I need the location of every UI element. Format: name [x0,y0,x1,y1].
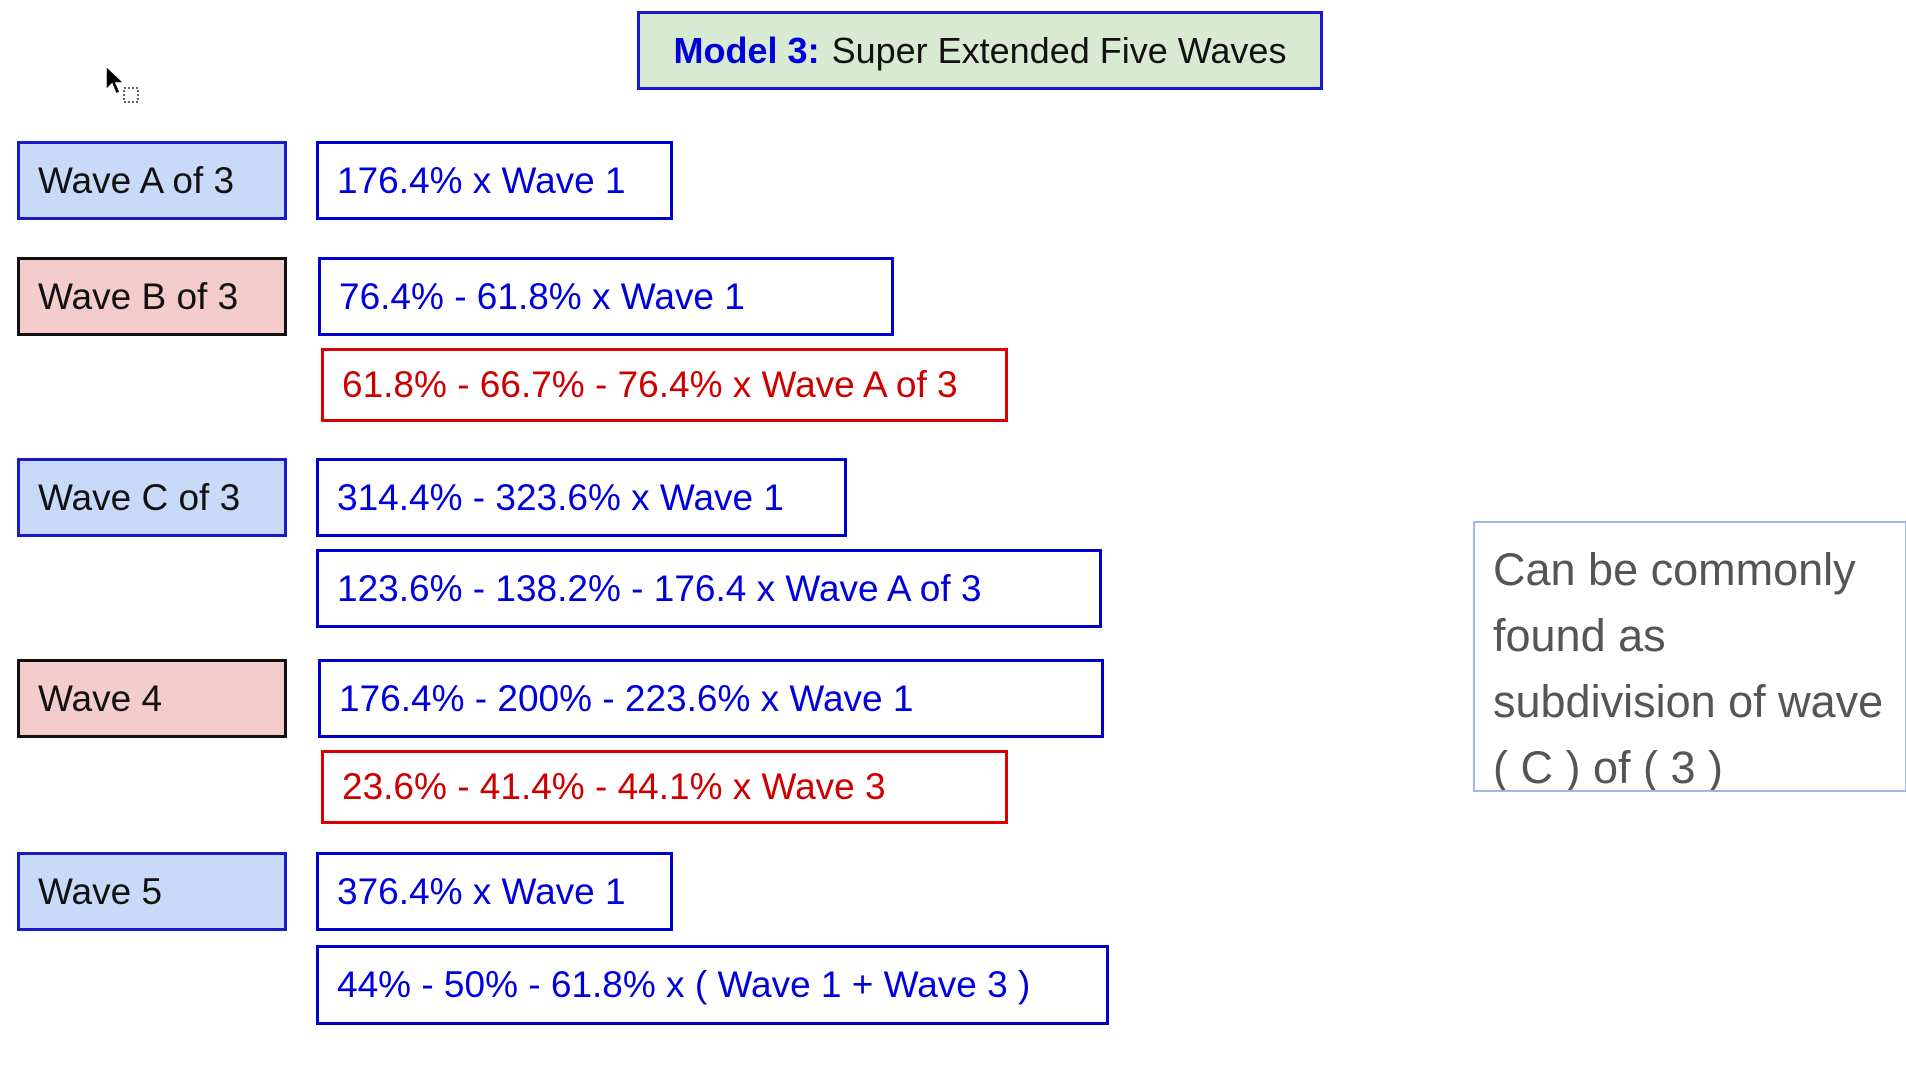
wave-5-ratio-1: 376.4% x Wave 1 [316,852,673,931]
model-name: Super Extended Five Waves [831,29,1287,71]
note-textbox: Can be commonly found as subdivision of … [1473,521,1906,792]
wave-label-5: Wave 5 [17,852,287,931]
wave-label-a: Wave A of 3 [17,141,287,220]
wave-label-c: Wave C of 3 [17,458,287,537]
wave-label-b: Wave B of 3 [17,257,287,336]
model-number: Model 3: [673,29,820,71]
wave-4-ratio-2: 23.6% - 41.4% - 44.1% x Wave 3 [321,750,1008,824]
wave-5-ratio-2: 44% - 50% - 61.8% x ( Wave 1 + Wave 3 ) [316,945,1109,1025]
wave-b-ratio-2: 61.8% - 66.7% - 76.4% x Wave A of 3 [321,348,1008,422]
wave-a-ratio-1: 176.4% x Wave 1 [316,141,673,220]
wave-c-ratio-1: 314.4% - 323.6% x Wave 1 [316,458,847,537]
wave-b-ratio-1: 76.4% - 61.8% x Wave 1 [318,257,894,336]
page-title: Model 3: Super Extended Five Waves [637,11,1323,90]
wave-label-4: Wave 4 [17,659,287,738]
wave-4-ratio-1: 176.4% - 200% - 223.6% x Wave 1 [318,659,1104,738]
mouse-cursor-icon [105,64,139,103]
wave-c-ratio-2: 123.6% - 138.2% - 176.4 x Wave A of 3 [316,549,1102,628]
